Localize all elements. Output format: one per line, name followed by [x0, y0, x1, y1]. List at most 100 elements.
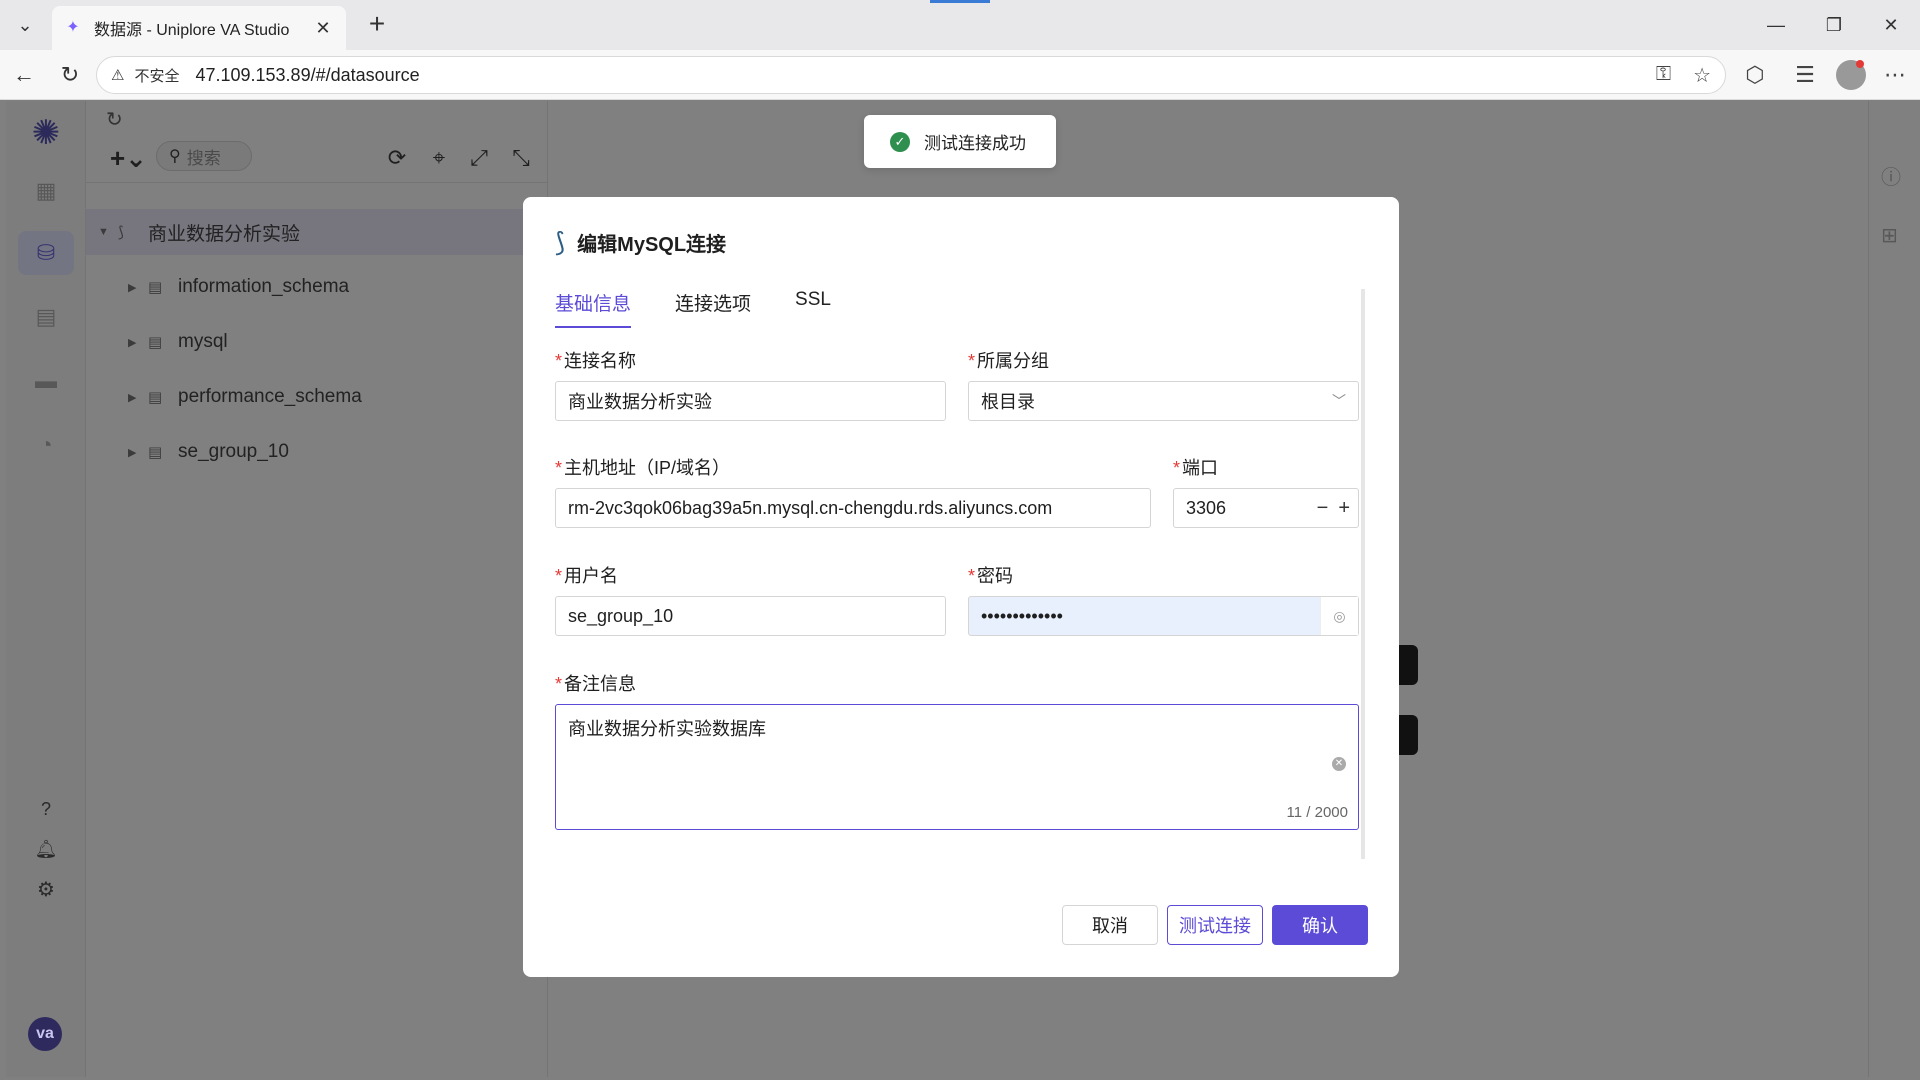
- caret-right-icon[interactable]: ▶: [128, 391, 140, 404]
- edit-connection-dialog: ⟆ 编辑MySQL连接 基础信息 连接选项 SSL * 连接名称 商业数据分析实验…: [523, 197, 1399, 977]
- bell-icon[interactable]: 🔔︎: [18, 827, 74, 871]
- dataset-icon[interactable]: ▤: [18, 295, 74, 339]
- password-input[interactable]: ••••••••••••• ◎: [968, 596, 1359, 636]
- tree-node-label: performance_schema: [178, 386, 362, 407]
- group-label: * 所属分组: [968, 351, 1050, 371]
- user-label: * 用户名: [555, 566, 619, 586]
- dialog-tabs: 基础信息 连接选项 SSL: [555, 289, 831, 328]
- new-tab-button[interactable]: +: [362, 10, 392, 40]
- mysql-node-icon: ⟆: [118, 224, 124, 241]
- tree-node[interactable]: ▶ ▤ information_schema: [86, 264, 548, 310]
- tree-node-label: se_group_10: [178, 441, 289, 462]
- tab-title: 数据源 - Uniplore VA Studio: [94, 22, 290, 39]
- port-label: * 端口: [1173, 458, 1219, 478]
- gauge-icon[interactable]: ◔: [18, 423, 74, 467]
- group-select[interactable]: 根目录 ﹀: [968, 381, 1359, 421]
- caret-right-icon[interactable]: ▶: [128, 281, 140, 294]
- locate-icon[interactable]: ⌖: [426, 145, 452, 171]
- note-textarea[interactable]: 商业数据分析实验数据库 ✕ 11 / 2000: [555, 704, 1359, 830]
- favorites-icon[interactable]: ☰: [1790, 62, 1820, 88]
- key-icon[interactable]: ⚿: [1656, 63, 1671, 88]
- right-rail: ⓘ ⊞: [1868, 101, 1914, 1077]
- datasource-tree-panel: ↻ +⌄ ⚲ 搜索 ⟳ ⌖ ⤢ ⤡ ▼ ⟆ 商业数据分析实验 ▶ ▤ infor…: [86, 101, 548, 1077]
- host-input[interactable]: rm-2vc3qok06bag39a5n.mysql.cn-chengdu.rd…: [555, 488, 1151, 528]
- search-placeholder: 搜索: [186, 148, 221, 168]
- datasource-icon[interactable]: ⛁: [18, 231, 74, 275]
- database-icon: ▤: [148, 279, 163, 296]
- tab-accent-line: [930, 0, 990, 3]
- caret-right-icon[interactable]: ▶: [128, 446, 140, 459]
- note-label: * 备注信息: [555, 674, 637, 694]
- username-input[interactable]: se_group_10: [555, 596, 946, 636]
- minimize-button[interactable]: —: [1756, 10, 1796, 40]
- warning-icon: ⚠: [111, 67, 125, 84]
- star-icon[interactable]: ☆: [1693, 63, 1711, 88]
- check-circle-icon: ✓: [890, 131, 910, 152]
- port-stepper[interactable]: 3306 − +: [1173, 488, 1359, 528]
- expand-icon[interactable]: ⤢: [466, 145, 492, 171]
- connection-name-input[interactable]: 商业数据分析实验: [555, 381, 946, 421]
- tree-toolbar: +⌄ ⚲ 搜索 ⟳ ⌖ ⤢ ⤡: [86, 131, 548, 183]
- browser-tab[interactable]: ✦ 数据源 - Uniplore VA Studio ✕: [52, 6, 346, 50]
- back-icon[interactable]: ←: [10, 61, 38, 89]
- minus-icon[interactable]: −: [1317, 497, 1329, 520]
- tree-node-label: information_schema: [178, 276, 350, 297]
- name-label: * 连接名称: [555, 351, 637, 371]
- settings-icon[interactable]: ⚙: [18, 867, 74, 911]
- host-label: * 主机地址（IP/域名）: [555, 458, 731, 478]
- tab-basic-info[interactable]: 基础信息: [555, 289, 632, 328]
- insecure-label: 不安全: [134, 67, 180, 85]
- tab-list-button[interactable]: ⌄: [10, 10, 40, 40]
- restore-button[interactable]: ❐: [1814, 10, 1854, 40]
- plus-icon[interactable]: +: [1338, 497, 1350, 520]
- url-field[interactable]: ⚠ 不安全 47.109.153.89/#/datasource ⚿ ☆: [96, 56, 1726, 94]
- add-datasource-icon[interactable]: +⌄: [110, 143, 147, 174]
- close-window-button[interactable]: ✕: [1871, 10, 1911, 40]
- table-icon[interactable]: ⊞: [1881, 223, 1898, 248]
- help-icon[interactable]: ?: [18, 787, 74, 831]
- tree-root-node[interactable]: ▼ ⟆ 商业数据分析实验: [86, 209, 548, 255]
- chevron-down-icon: ﹀: [1332, 393, 1346, 409]
- reload-icon[interactable]: ↻: [56, 61, 84, 89]
- search-icon: ⚲: [169, 148, 181, 165]
- browser-tab-bar: ⌄ ✦ 数据源 - Uniplore VA Studio ✕ + — ❐ ✕: [0, 0, 1920, 50]
- dialog-title: 编辑MySQL连接: [577, 234, 727, 256]
- tab-ssl[interactable]: SSL: [795, 289, 831, 328]
- password-label: * 密码: [968, 566, 1014, 586]
- collapse-icon[interactable]: ⤡: [508, 145, 534, 171]
- info-icon[interactable]: ⓘ: [1881, 161, 1901, 190]
- success-toast: ✓ 测试连接成功: [864, 115, 1056, 168]
- cancel-button[interactable]: 取消: [1062, 905, 1158, 945]
- close-tab-icon[interactable]: ✕: [312, 18, 334, 39]
- sync-icon[interactable]: ⟳: [384, 145, 410, 171]
- url-text: 47.109.153.89/#/datasource: [195, 64, 420, 85]
- user-avatar[interactable]: va: [28, 1017, 62, 1051]
- database-icon: ▤: [148, 389, 163, 406]
- caret-down-icon[interactable]: ▼: [98, 226, 110, 238]
- more-menu-icon[interactable]: ⋯: [1880, 62, 1910, 88]
- tree-node[interactable]: ▶ ▤ se_group_10: [86, 429, 548, 475]
- tree-node[interactable]: ▶ ▤ mysql: [86, 319, 548, 365]
- extensions-icon[interactable]: ⬡: [1740, 62, 1770, 88]
- eye-off-icon[interactable]: ◎: [1320, 597, 1358, 635]
- mysql-icon: ⟆: [555, 227, 566, 257]
- confirm-button[interactable]: 确认: [1272, 905, 1368, 945]
- folder-icon[interactable]: ▬: [18, 359, 74, 403]
- tree-root-label: 商业数据分析实验: [148, 223, 301, 245]
- notification-dot: [1856, 60, 1864, 68]
- address-bar-row: ← ↻ ⚠ 不安全 47.109.153.89/#/datasource ⚿ ☆…: [0, 50, 1920, 100]
- tree-node-label: mysql: [178, 331, 228, 352]
- dialog-header: ⟆ 编辑MySQL连接: [555, 227, 726, 258]
- refresh-icon[interactable]: ↻: [106, 107, 123, 132]
- tree-search-input[interactable]: ⚲ 搜索: [156, 141, 252, 171]
- tree-node[interactable]: ▶ ▤ performance_schema: [86, 374, 548, 420]
- caret-right-icon[interactable]: ▶: [128, 336, 140, 349]
- dialog-scrollbar[interactable]: [1361, 289, 1365, 859]
- app-logo-icon[interactable]: ✺: [26, 113, 66, 153]
- clear-icon[interactable]: ✕: [1332, 757, 1346, 771]
- dashboard-icon[interactable]: ▦: [18, 169, 74, 213]
- app-favicon-icon: ✦: [66, 19, 80, 36]
- tab-connection-options[interactable]: 连接选项: [675, 289, 751, 328]
- database-icon: ▤: [148, 444, 163, 461]
- test-connection-button[interactable]: 测试连接: [1167, 905, 1263, 945]
